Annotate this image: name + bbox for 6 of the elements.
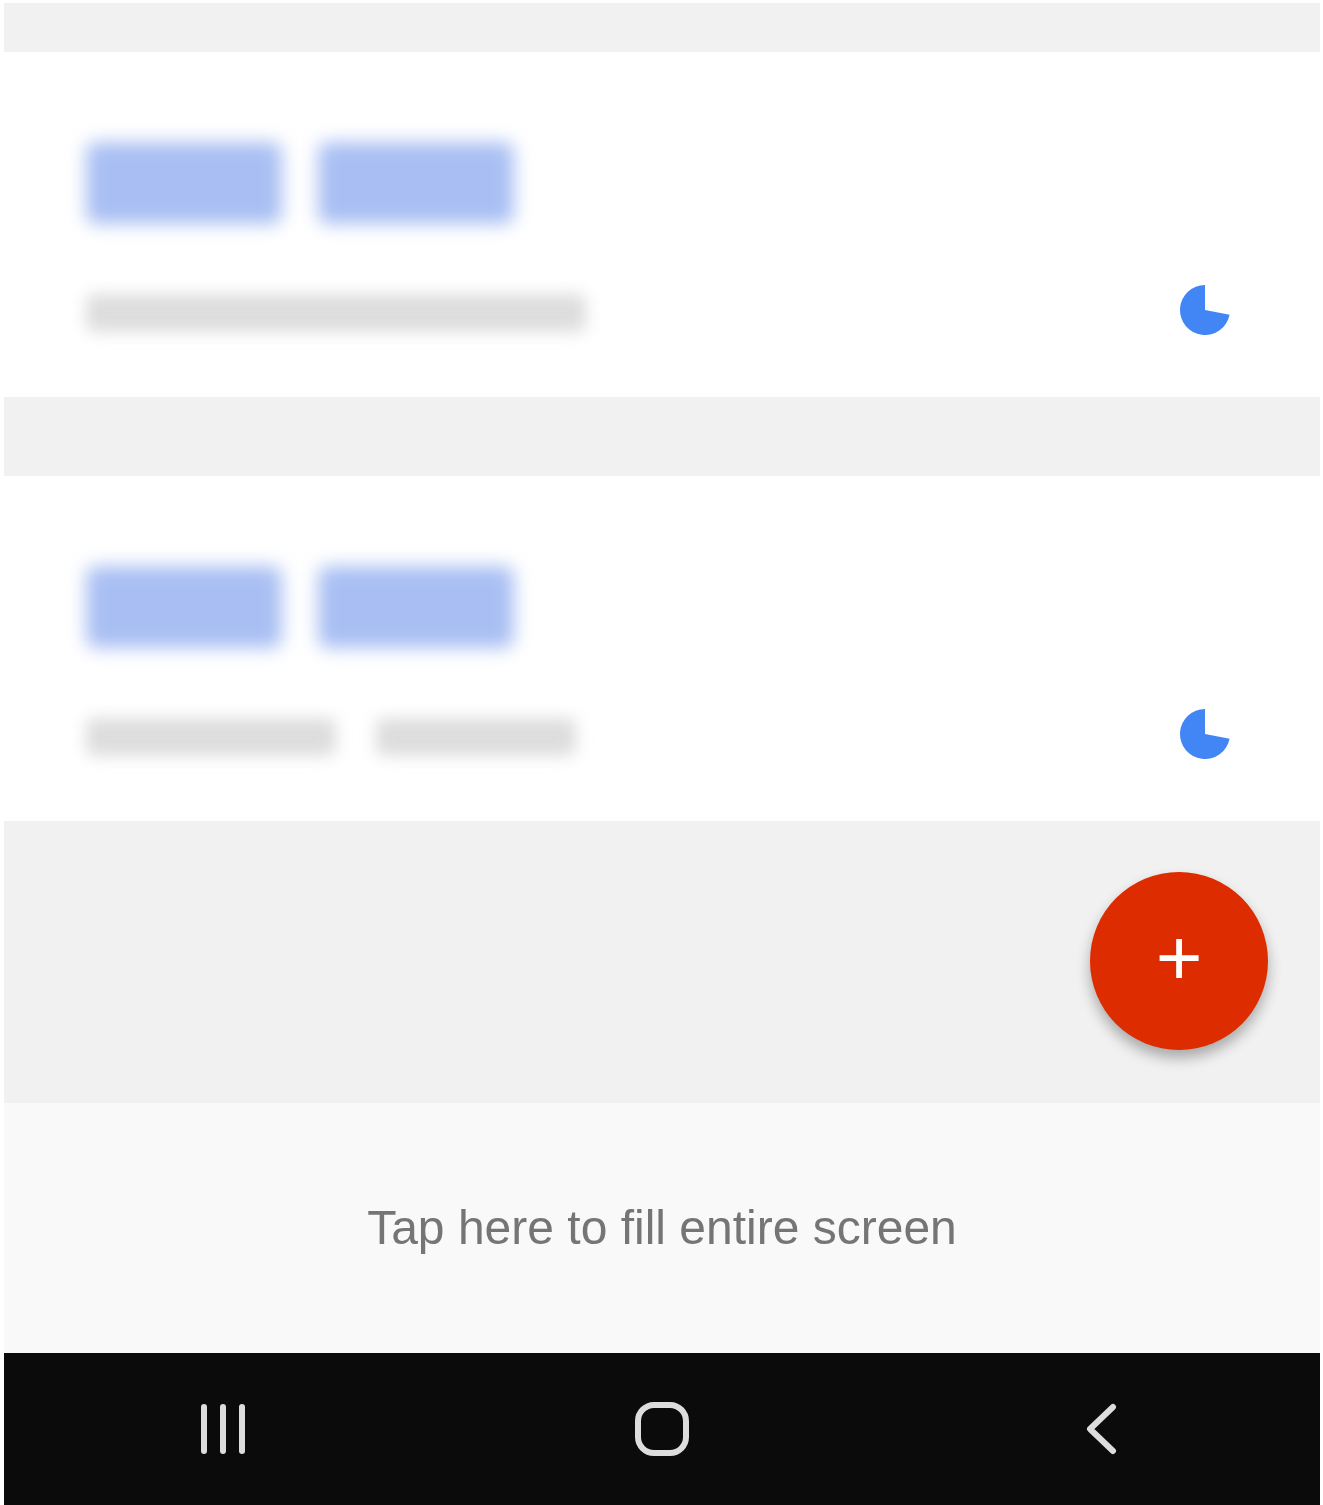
fill-screen-prompt[interactable]: Tap here to fill entire screen bbox=[367, 1192, 957, 1264]
recent-apps-icon[interactable] bbox=[199, 1403, 248, 1455]
timer-icon bbox=[1180, 285, 1230, 335]
home-icon[interactable] bbox=[635, 1402, 689, 1456]
add-button[interactable]: + bbox=[1090, 872, 1268, 1050]
timer-icon bbox=[1180, 709, 1230, 759]
